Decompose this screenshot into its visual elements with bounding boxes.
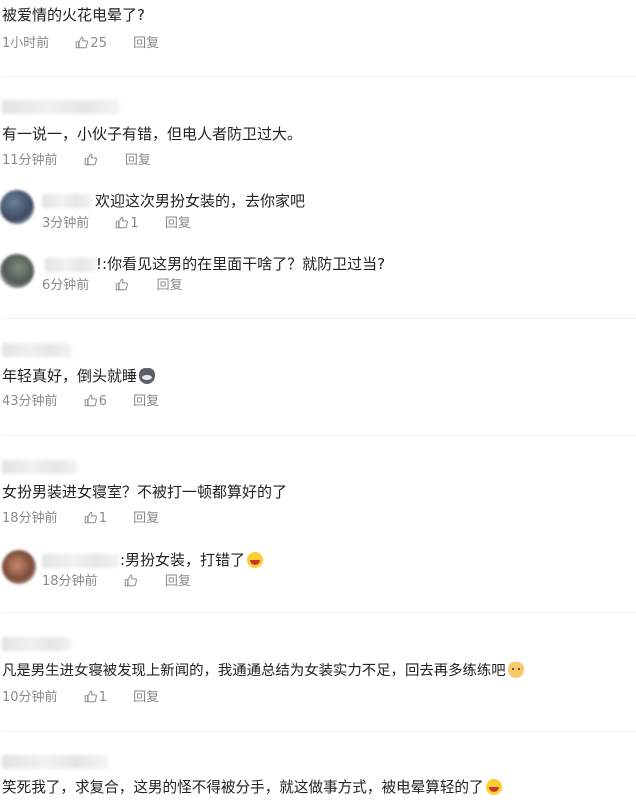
username-blurred bbox=[42, 194, 92, 208]
comment-text: 有一说一，小伙子有错，但电人者防卫过大。 bbox=[2, 125, 303, 143]
reply-button[interactable]: 回复 bbox=[133, 510, 159, 528]
comment-text: 女扮男装进女寝室？不被打一顿都算好的了 bbox=[2, 483, 288, 501]
reply-button[interactable]: 回复 bbox=[133, 35, 159, 53]
laughing-emoji-icon bbox=[485, 779, 502, 795]
reply-button[interactable]: 回复 bbox=[165, 215, 191, 233]
comment-text: 凡是男生进女寝被发现上新闻的，我通通总结为女装实力不足，回去再多练练吧 bbox=[2, 660, 524, 682]
thumbs-up-icon bbox=[84, 153, 97, 166]
thumbs-up-icon bbox=[76, 36, 89, 49]
like-button[interactable]: 6 bbox=[84, 393, 107, 411]
username-blurred bbox=[2, 460, 78, 474]
comment-time: 43分钟前 bbox=[2, 394, 58, 409]
like-button[interactable] bbox=[115, 277, 130, 295]
comment-text: 欢迎这次男扮女装的，去你家吧 bbox=[95, 192, 306, 210]
like-button[interactable]: 25 bbox=[75, 35, 107, 53]
thumbs-up-icon bbox=[84, 511, 97, 524]
comment-text: :男扮女装，打错了 bbox=[120, 549, 264, 571]
divider bbox=[2, 612, 636, 613]
thumbs-up-icon bbox=[84, 394, 97, 407]
username-blurred bbox=[45, 258, 97, 272]
comment-time: 10分钟前 bbox=[2, 690, 58, 705]
username-blurred bbox=[2, 100, 120, 114]
reply-button[interactable]: 回复 bbox=[133, 393, 159, 411]
like-button[interactable] bbox=[84, 152, 99, 170]
comment-time: 18分钟前 bbox=[2, 511, 58, 526]
divider bbox=[2, 731, 636, 732]
like-button[interactable]: 1 bbox=[115, 215, 139, 233]
comment-meta: 3分钟前 1 回复 bbox=[42, 215, 191, 233]
avatar[interactable] bbox=[2, 550, 36, 584]
reply-button[interactable]: 回复 bbox=[157, 277, 183, 295]
comment-meta: 10分钟前 1 回复 bbox=[2, 689, 159, 707]
like-count: 1 bbox=[98, 511, 107, 526]
like-count: 25 bbox=[90, 36, 107, 51]
comment-text: !:你看见这男的在里面干啥了？就防卫过当? bbox=[96, 255, 386, 273]
divider bbox=[2, 318, 636, 319]
laughing-emoji-icon bbox=[247, 552, 264, 568]
avatar[interactable] bbox=[0, 254, 34, 288]
thumbs-up-icon bbox=[124, 574, 137, 587]
comment-meta: 11分钟前 回复 bbox=[2, 152, 151, 170]
comment-time: 18分钟前 bbox=[42, 574, 98, 589]
comment-text: 笑死我了，求复合，这男的怪不得被分手，就这做事方式，被电晕算轻的了 bbox=[2, 777, 502, 799]
comment-time: 6分钟前 bbox=[42, 278, 90, 293]
thumbs-up-icon bbox=[116, 216, 129, 229]
username-blurred bbox=[2, 637, 72, 651]
thumbs-up-icon bbox=[116, 278, 129, 291]
cat-emoji-icon bbox=[507, 662, 524, 678]
comment-meta: 6分钟前 回复 bbox=[42, 277, 183, 295]
username-blurred bbox=[42, 554, 120, 568]
comment-meta: 43分钟前 6 回复 bbox=[2, 393, 159, 411]
divider bbox=[2, 435, 636, 436]
reply-button[interactable]: 回复 bbox=[165, 573, 191, 591]
comment-time: 11分钟前 bbox=[2, 153, 58, 168]
comment-time: 3分钟前 bbox=[42, 216, 90, 231]
like-count: 1 bbox=[98, 690, 107, 705]
comment-meta: 18分钟前 1 回复 bbox=[2, 510, 159, 528]
like-count: 1 bbox=[130, 216, 139, 231]
reply-button[interactable]: 回复 bbox=[125, 152, 151, 170]
comment-meta: 1小时前 25 回复 bbox=[2, 35, 159, 53]
comment-time: 1小时前 bbox=[2, 36, 50, 51]
comment-meta: 18分钟前 回复 bbox=[42, 573, 191, 591]
divider bbox=[2, 76, 636, 77]
like-button[interactable] bbox=[124, 573, 139, 591]
username-blurred bbox=[2, 343, 72, 357]
username-blurred bbox=[2, 755, 108, 769]
comment-list: 被爱情的火花电晕了? 1小时前 25 回复 有一说一，小伙子有错，但电人者防卫过… bbox=[0, 0, 636, 806]
like-button[interactable]: 1 bbox=[84, 510, 107, 528]
sleeping-cat-emoji-icon bbox=[139, 368, 156, 384]
reply-button[interactable]: 回复 bbox=[133, 689, 159, 707]
comment-text: 年轻真好，倒头就睡 bbox=[2, 365, 156, 387]
thumbs-up-icon bbox=[84, 690, 97, 703]
like-count: 6 bbox=[98, 394, 107, 409]
avatar[interactable] bbox=[0, 190, 34, 224]
like-button[interactable]: 1 bbox=[84, 689, 107, 707]
comment-text: 被爱情的火花电晕了? bbox=[2, 6, 145, 24]
